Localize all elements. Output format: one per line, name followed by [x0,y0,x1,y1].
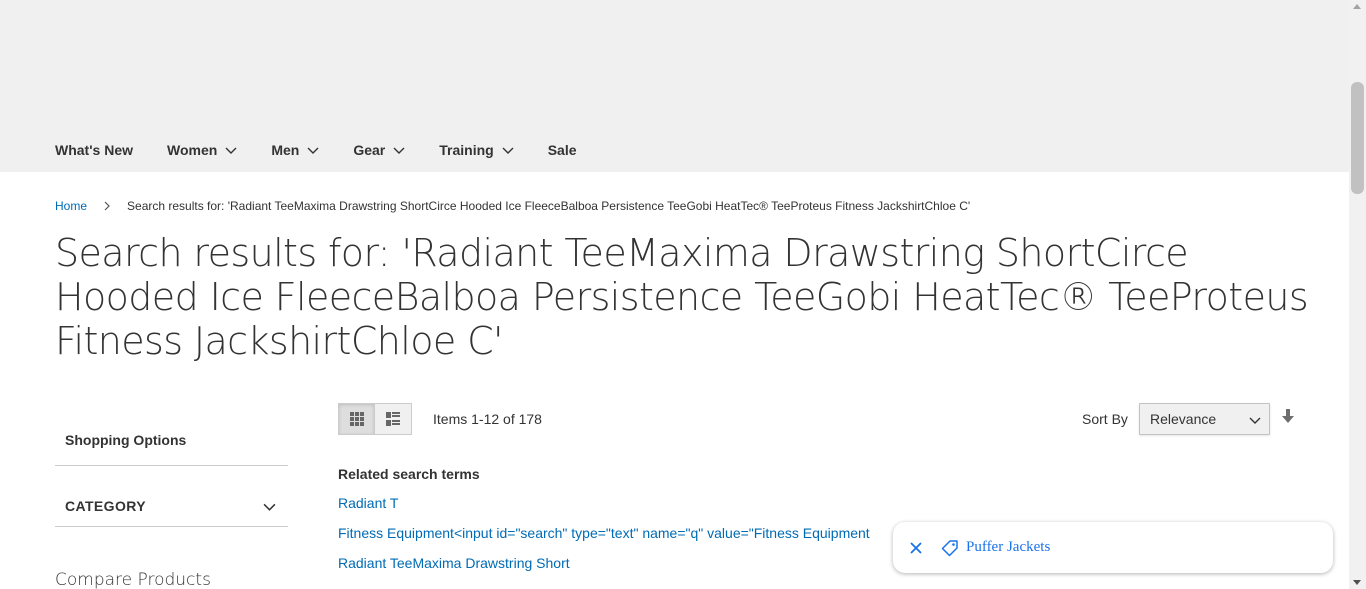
close-icon[interactable] [909,541,923,555]
tag-icon [941,539,958,556]
related-term-link[interactable]: Radiant TeeMaxima Drawstring Short [338,555,870,572]
suggestion-label: Puffer Jackets [966,539,1051,555]
scroll-up-icon[interactable] [1353,4,1361,9]
chevron-down-icon [263,503,276,511]
nav-item-training[interactable]: Training [439,140,514,160]
nav-item-label: Men [271,142,300,158]
list-view-button[interactable] [375,403,412,435]
chevron-down-icon [307,147,319,154]
view-mode-switcher [338,403,412,435]
sidebar: Shopping Options CATEGORY Compare Produc… [55,420,288,589]
items-count: Items 1-12 of 178 [433,411,542,427]
chevron-down-icon [1249,417,1261,424]
nav-item-label: Training [439,142,494,158]
nav-item-label: Gear [353,142,386,158]
grid-icon [349,412,364,426]
nav-item-label: Women [167,142,218,158]
chevron-right-icon [104,201,110,211]
sort-by-select[interactable]: Relevance [1139,403,1270,435]
compare-products-title: Compare Products [55,570,211,589]
arrow-down-icon[interactable] [1281,409,1295,425]
chevron-down-icon [225,147,237,154]
chevron-down-icon [502,147,514,154]
related-search-terms-heading: Related search terms [338,466,480,482]
scroll-down-icon[interactable] [1353,580,1361,585]
breadcrumb-current: Search results for: 'Radiant TeeMaxima D… [127,199,971,213]
scrollbar-thumb[interactable] [1351,82,1364,194]
nav-item-women[interactable]: Women [167,140,237,160]
nav-item-label: Sale [547,142,577,158]
nav-item-label: What's New [55,142,134,158]
sort-by-label: Sort By [1082,411,1128,427]
page-title: Search results for: 'Radiant TeeMaxima D… [55,231,1309,363]
list-icon [386,412,400,426]
category-filter-label: CATEGORY [65,498,146,514]
shopping-options-title: Shopping Options [55,420,288,466]
products-toolbar: Items 1-12 of 178 Sort By Relevance [338,403,1296,435]
breadcrumb: Home Search results for: 'Radiant TeeMax… [55,199,970,213]
sort-by-value: Relevance [1150,411,1217,427]
search-suggestion-chip[interactable]: Puffer Jackets [893,522,1333,573]
category-filter[interactable]: CATEGORY [55,466,288,527]
breadcrumb-home-link[interactable]: Home [55,199,87,213]
nav-item-whats-new[interactable]: What's New [55,140,133,160]
vertical-scrollbar[interactable] [1349,0,1366,589]
related-search-terms: Related search terms Radiant T Fitness E… [338,466,870,585]
related-term-link[interactable]: Fitness Equipment<input id="search" type… [338,525,870,542]
grid-view-button[interactable] [338,403,375,435]
nav-item-men[interactable]: Men [271,140,319,160]
nav-item-gear[interactable]: Gear [353,140,405,160]
nav-item-sale[interactable]: Sale [548,140,577,160]
chevron-down-icon [393,147,405,154]
related-term-link[interactable]: Radiant T [338,495,870,512]
page: What's New Women Men Gear Training Sale … [0,0,1349,589]
main-nav: What's New Women Men Gear Training Sale [55,140,611,160]
